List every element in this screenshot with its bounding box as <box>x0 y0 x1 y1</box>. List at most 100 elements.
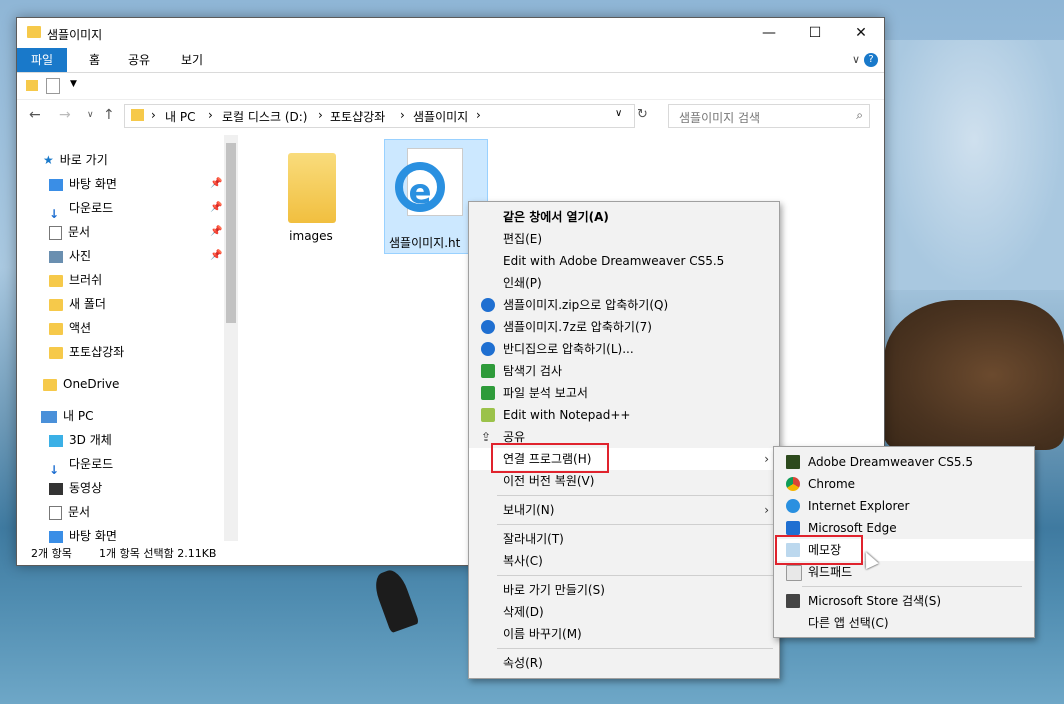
computer-icon <box>41 410 57 423</box>
tab-file[interactable]: 파일 <box>17 48 68 72</box>
folder-icon <box>43 378 57 391</box>
title-bar[interactable]: 샘플이미지 — ☐ ✕ <box>17 18 884 48</box>
menu-print[interactable]: 인쇄(P) <box>469 272 779 294</box>
breadcrumb-folder[interactable]: 포토샵강좌 <box>330 108 385 125</box>
breadcrumb-drive[interactable]: 로컬 디스크 (D:) <box>222 108 307 125</box>
tab-view[interactable]: 보기 <box>167 48 217 72</box>
nav-item-pc-desktop[interactable]: 바탕 화면 <box>49 525 117 543</box>
nav-scrollbar[interactable] <box>224 135 238 541</box>
app-chrome[interactable]: Chrome <box>774 473 1034 495</box>
breadcrumb-this-pc[interactable]: 내 PC <box>165 108 195 125</box>
close-button[interactable]: ✕ <box>838 18 884 48</box>
customize-dropdown-icon[interactable]: ▼ <box>70 79 77 89</box>
menu-separator <box>802 586 1022 587</box>
nav-item-3d-objects[interactable]: 3D 개체 <box>49 429 112 451</box>
menu-cut[interactable]: 잘라내기(T) <box>469 528 779 550</box>
menu-7z[interactable]: 샘플이미지.7z로 압축하기(7) <box>469 316 779 338</box>
nav-this-pc[interactable]: 내 PC <box>41 405 93 427</box>
menu-send-to[interactable]: 보내기(N) › <box>469 499 779 521</box>
nav-item-desktop[interactable]: 바탕 화면 <box>49 173 117 195</box>
nav-item-videos[interactable]: 동영상 <box>49 477 102 499</box>
forward-icon[interactable]: → <box>59 107 71 123</box>
nav-item-new-folder[interactable]: 새 폴더 <box>49 293 106 315</box>
menu-restore-versions[interactable]: 이전 버전 복원(V) <box>469 470 779 492</box>
recent-dropdown-icon[interactable]: ∨ <box>87 110 94 120</box>
file-item-images[interactable]: images <box>276 145 346 245</box>
search-icon[interactable]: ⌕ <box>856 108 863 123</box>
menu-zip[interactable]: 샘플이미지.zip으로 압축하기(Q) <box>469 294 779 316</box>
navigation-pane: ★ 바로 가기 바탕 화면 📌 ↓ 다운로드 📌 문서 📌 사진 📌 브러쉬 새 폴… <box>17 135 239 543</box>
menu-separator <box>497 648 773 649</box>
bandizip-icon <box>481 298 495 312</box>
menu-open-same-window[interactable]: 같은 창에서 열기(A) <box>469 206 779 228</box>
menu-notepadpp[interactable]: Edit with Notepad++ <box>469 404 779 426</box>
nav-quick-access[interactable]: ★ 바로 가기 <box>43 149 108 171</box>
document-icon <box>49 505 62 520</box>
chrome-icon <box>786 477 800 491</box>
folder-icon <box>49 322 63 335</box>
nav-item-documents[interactable]: 문서 <box>49 221 90 243</box>
tab-home[interactable]: 홈 <box>75 48 114 72</box>
pin-icon: 📌 <box>210 250 223 261</box>
menu-copy[interactable]: 복사(C) <box>469 550 779 572</box>
address-dropdown-icon[interactable]: ∨ <box>615 108 622 119</box>
breadcrumb-current[interactable]: 샘플이미지 <box>413 108 468 125</box>
search-input[interactable]: 샘플이미지 검색 ⌕ <box>668 104 870 128</box>
menu-edit[interactable]: 편집(E) <box>469 228 779 250</box>
maximize-button[interactable]: ☐ <box>792 18 838 48</box>
nav-item-brush[interactable]: 브러쉬 <box>49 269 102 291</box>
refresh-icon[interactable]: ↻ <box>637 107 648 122</box>
menu-delete[interactable]: 삭제(D) <box>469 601 779 623</box>
scrollbar-thumb[interactable] <box>226 143 236 323</box>
menu-create-shortcut[interactable]: 바로 가기 만들기(S) <box>469 579 779 601</box>
folder-icon <box>27 26 41 38</box>
minimize-button[interactable]: — <box>746 18 792 48</box>
menu-separator <box>497 495 773 496</box>
star-icon: ★ <box>43 153 54 167</box>
item-count: 2개 항목 <box>31 547 72 560</box>
desktop-icon <box>49 530 63 543</box>
menu-bandizip[interactable]: 반디집으로 압축하기(L)... <box>469 338 779 360</box>
app-store-search[interactable]: Microsoft Store 검색(S) <box>774 590 1034 612</box>
document-icon <box>49 225 62 240</box>
ribbon-expand-button[interactable]: ∨ <box>852 53 860 66</box>
rock-decoration <box>884 300 1064 450</box>
menu-analysis-report[interactable]: 파일 분석 보고서 <box>469 382 779 404</box>
download-icon: ↓ <box>49 206 60 221</box>
quick-access-toolbar: ▼ <box>17 73 884 100</box>
pin-icon: 📌 <box>210 178 223 189</box>
nav-onedrive[interactable]: OneDrive <box>43 373 119 395</box>
highlight-notepad <box>775 535 863 565</box>
menu-scan[interactable]: 탐색기 검사 <box>469 360 779 382</box>
app-choose-other[interactable]: 다른 앱 선택(C) <box>774 612 1034 634</box>
menu-edit-dreamweaver[interactable]: Edit with Adobe Dreamweaver CS5.5 <box>469 250 779 272</box>
menu-rename[interactable]: 이름 바꾸기(M) <box>469 623 779 645</box>
menu-properties[interactable]: 속성(R) <box>469 652 779 674</box>
folder-icon <box>131 109 144 121</box>
nav-item-actions[interactable]: 액션 <box>49 317 91 339</box>
nav-item-pc-documents[interactable]: 문서 <box>49 501 90 523</box>
nav-item-photoshop[interactable]: 포토샵강좌 <box>49 341 124 363</box>
help-icon[interactable]: ? <box>864 53 878 67</box>
person-silhouette <box>370 566 420 634</box>
tab-share[interactable]: 공유 <box>114 48 164 72</box>
properties-icon[interactable] <box>46 78 60 94</box>
folder-icon[interactable] <box>26 80 38 91</box>
ribbon-tabs: 파일 홈 공유 보기 ∨ ? <box>17 48 884 73</box>
selection-info: 1개 항목 선택함 2.11KB <box>99 547 217 560</box>
folder-icon <box>49 274 63 287</box>
back-icon[interactable]: ← <box>29 107 41 123</box>
address-row: ← → ∨ ↑ › 내 PC › 로컬 디스크 (D:) › 포토샵강좌 › 샘… <box>17 100 884 132</box>
app-dreamweaver[interactable]: Adobe Dreamweaver CS5.5 <box>774 451 1034 473</box>
nav-item-downloads[interactable]: ↓ 다운로드 <box>49 197 113 221</box>
app-internet-explorer[interactable]: Internet Explorer <box>774 495 1034 517</box>
up-icon[interactable]: ↑ <box>103 107 115 123</box>
file-name: images <box>289 229 333 243</box>
nav-item-pc-downloads[interactable]: ↓ 다운로드 <box>49 453 113 477</box>
address-bar[interactable]: › 내 PC › 로컬 디스크 (D:) › 포토샵강좌 › 샘플이미지 › ∨ <box>124 104 635 128</box>
notepadpp-icon <box>481 408 495 422</box>
window-title: 샘플이미지 <box>47 28 103 42</box>
pin-icon: 📌 <box>210 202 223 213</box>
search-placeholder: 샘플이미지 검색 <box>679 111 761 125</box>
nav-item-pictures[interactable]: 사진 <box>49 245 91 267</box>
